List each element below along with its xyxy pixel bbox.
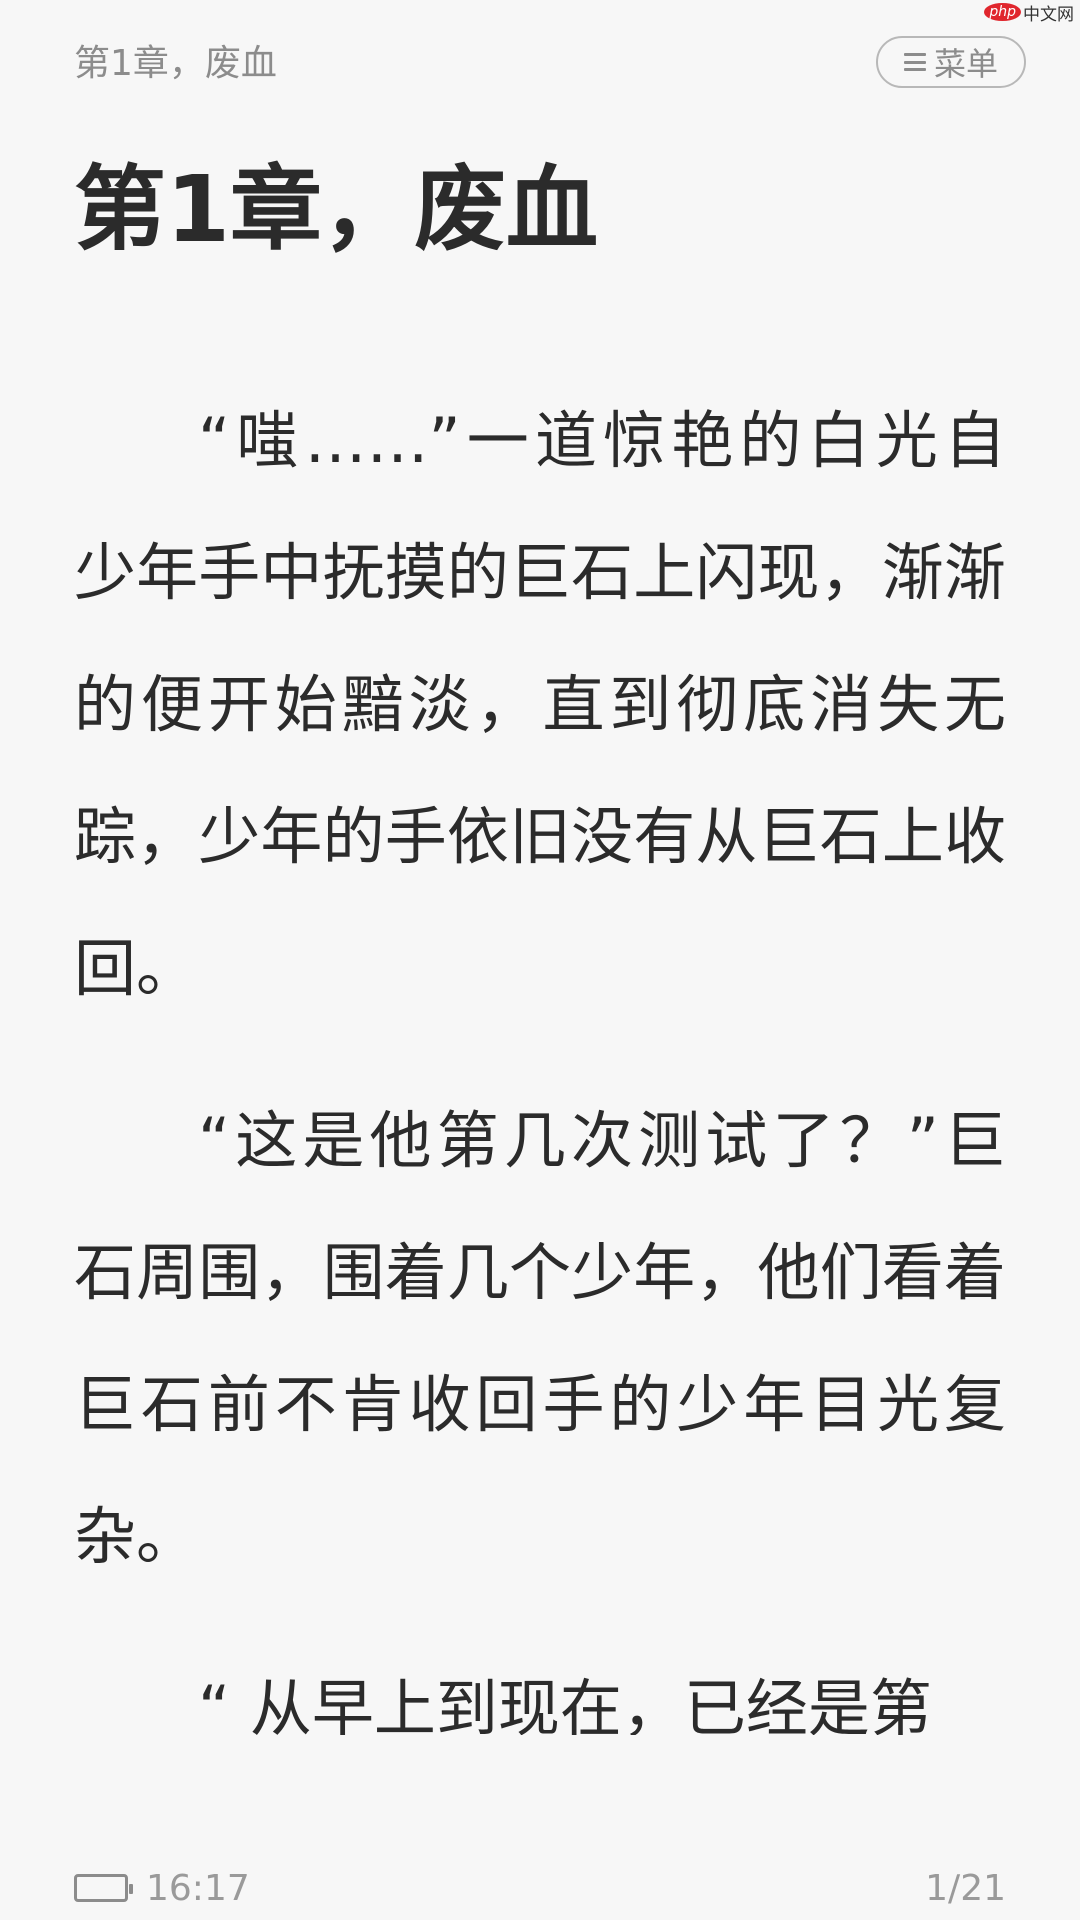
watermark-cn: 中文网 bbox=[1023, 4, 1074, 25]
reading-content[interactable]: “嗤……”一道惊艳的白光自少年手中抚摸的巨石上闪现，渐渐的便开始黯淡，直到彻底消… bbox=[74, 375, 1006, 1735]
watermark-php: php bbox=[984, 3, 1021, 21]
hamburger-icon bbox=[903, 53, 926, 71]
chapter-title: 第1章，废血 bbox=[74, 156, 599, 263]
battery-icon bbox=[74, 1874, 133, 1902]
menu-button-label: 菜单 bbox=[933, 45, 998, 83]
header-chapter-label: 第1章，废血 bbox=[74, 43, 277, 84]
reader-footer: 16:17 1/21 bbox=[74, 1866, 1006, 1910]
paragraph: “ 从早上到现在，已经是第 bbox=[198, 1672, 932, 1735]
footer-status: 16:17 bbox=[74, 1868, 250, 1909]
page-indicator: 1/21 bbox=[925, 1867, 1006, 1909]
clock-time: 16:17 bbox=[146, 1867, 250, 1909]
paragraph: “嗤……”一道惊艳的白光自少年手中抚摸的巨石上闪现，渐渐的便开始黯淡，直到彻底消… bbox=[74, 404, 1006, 1005]
menu-button[interactable]: 菜单 bbox=[876, 36, 1026, 88]
watermark-logo: php 中文网 bbox=[984, 0, 1074, 25]
paragraph: “这是他第几次测试了？”巨石周围，围着几个少年，他们看着巨石前不肯收回手的少年目… bbox=[74, 1104, 1006, 1573]
